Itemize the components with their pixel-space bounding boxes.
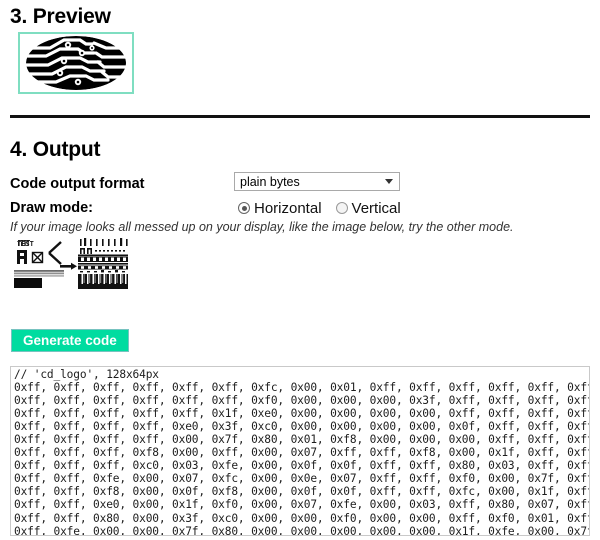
radio-horizontal-indicator[interactable] [238, 202, 250, 214]
draw-mode-hint-text: If your image looks all messed up on you… [10, 220, 514, 234]
output-page: 3. Preview 4. Output Code output format … [0, 0, 600, 540]
radio-horizontal[interactable]: Horizontal [238, 200, 322, 217]
code-format-row: Code output format plain bytes [10, 172, 590, 196]
output-section-heading: 4. Output [10, 138, 101, 161]
preview-section-heading: 3. Preview [10, 5, 111, 28]
garbled-display-example-image: TEST [8, 236, 148, 292]
radio-vertical-label: Vertical [351, 199, 401, 217]
generate-code-button[interactable]: Generate code [11, 329, 129, 352]
code-format-select[interactable]: plain bytes [234, 172, 400, 191]
code-format-selected-value: plain bytes [240, 175, 300, 189]
draw-mode-label: Draw mode: [10, 200, 93, 216]
svg-text:TEST: TEST [17, 240, 34, 248]
garbled-display-example-svg: TEST [8, 236, 148, 292]
code-output-text: // 'cd_logo', 128x64px 0xff, 0xff, 0xff,… [14, 368, 589, 536]
section-divider [10, 115, 590, 118]
code-format-label: Code output format [10, 176, 145, 192]
cd-logo-preview-image [20, 34, 132, 92]
radio-vertical[interactable]: Vertical [335, 199, 401, 217]
preview-image-frame [18, 32, 134, 94]
radio-vertical-indicator[interactable] [335, 202, 348, 214]
draw-mode-radio-group: Horizontal Vertical [238, 198, 409, 218]
chevron-down-icon [385, 179, 393, 184]
radio-horizontal-label: Horizontal [254, 199, 322, 217]
code-output-textarea[interactable]: // 'cd_logo', 128x64px 0xff, 0xff, 0xff,… [10, 366, 590, 536]
draw-mode-row: Draw mode: Horizontal Vertical [10, 198, 590, 220]
